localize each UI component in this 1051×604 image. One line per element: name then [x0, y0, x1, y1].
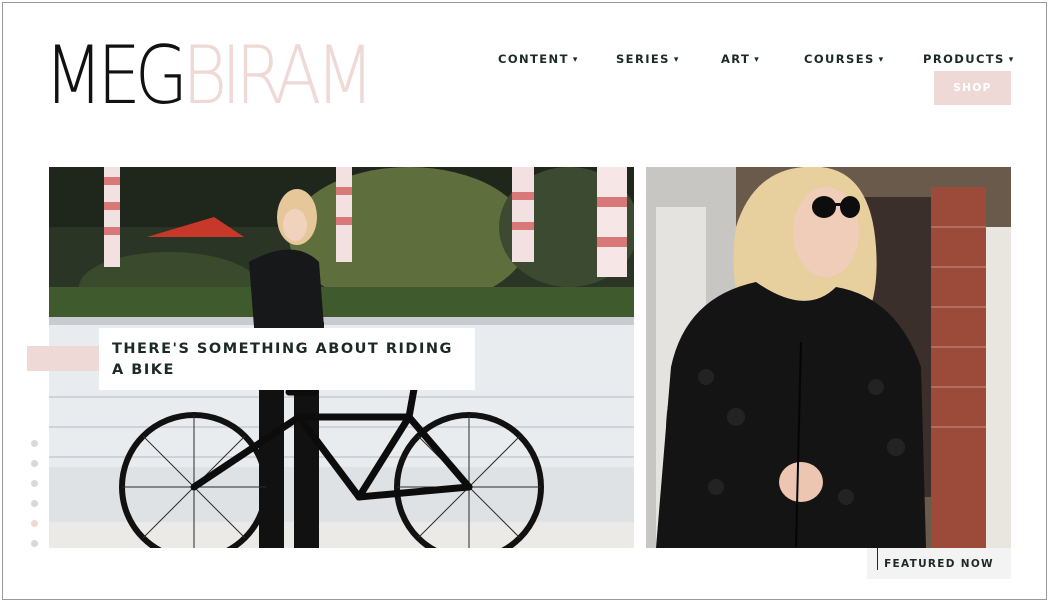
hero-caption[interactable]: THERE'S SOMETHING ABOUT RIDING A BIKE [99, 328, 475, 390]
caption-accent-bar [27, 346, 99, 371]
slider-dot[interactable] [31, 480, 38, 487]
featured-now-label[interactable]: FEATURED NOW [867, 548, 1011, 579]
chevron-down-icon: ▾ [572, 55, 579, 65]
nav-item-label: CONTENT [498, 52, 569, 66]
slider-dot[interactable] [31, 500, 38, 507]
nav-item-art[interactable]: ART ▾ [721, 52, 760, 66]
nav-item-courses[interactable]: COURSES ▾ [804, 52, 885, 66]
slider-dot-active[interactable] [31, 520, 38, 527]
nav-item-products[interactable]: PRODUCTS ▾ [923, 52, 1015, 66]
slider-dot[interactable] [31, 440, 38, 447]
portrait-photo [646, 167, 1011, 548]
featured-now-text: FEATURED NOW [884, 557, 994, 570]
logo-first: MEG [44, 29, 188, 122]
site-logo[interactable]: MEGBIRAM [44, 36, 375, 116]
nav-item-label: ART [721, 52, 751, 66]
chevron-down-icon: ▾ [1008, 55, 1015, 65]
nav-item-content[interactable]: CONTENT ▾ [498, 52, 579, 66]
nav-item-series[interactable]: SERIES ▾ [616, 52, 680, 66]
nav-item-label: PRODUCTS [923, 52, 1005, 66]
nav-item-label: COURSES [804, 52, 875, 66]
shop-button[interactable]: SHOP [934, 71, 1011, 105]
chevron-down-icon: ▾ [673, 55, 680, 65]
nav-item-label: SERIES [616, 52, 670, 66]
logo-last: BIRAM [182, 29, 375, 122]
post-title[interactable]: THERE'S SOMETHING ABOUT RIDING A BIKE [112, 339, 461, 381]
chevron-down-icon: ▾ [754, 55, 761, 65]
featured-divider [877, 548, 878, 570]
chevron-down-icon: ▾ [878, 55, 885, 65]
featured-post-image[interactable] [646, 167, 1011, 548]
main-nav: CONTENT ▾ SERIES ▾ ART ▾ COURSES ▾ PRODUCTS ▾ [0, 52, 1051, 68]
slider-dot[interactable] [31, 460, 38, 467]
slider-dot[interactable] [31, 540, 38, 547]
